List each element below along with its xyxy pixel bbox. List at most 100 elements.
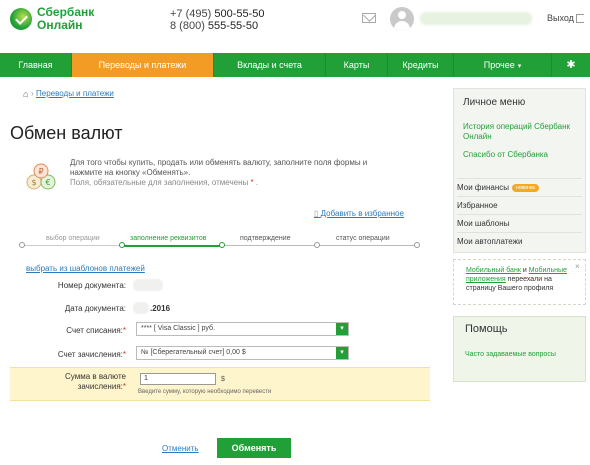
required-note-end: . — [255, 178, 259, 187]
mobile-bank-notice: Мобильный банк и Мобильные приложения пе… — [453, 259, 586, 305]
nav-label: Вклады и счета — [237, 60, 302, 70]
logout-link[interactable]: Выход — [547, 13, 574, 23]
step-dot — [414, 242, 420, 248]
menu-item-label: Мои автоплатежи — [457, 237, 523, 246]
history-link[interactable]: История операций Сбербанк Онлайн — [463, 122, 583, 142]
phone-numbers: +7 (495) 500-55-50 8 (800) 555-55-50 — [170, 8, 265, 32]
menu-item-label: Мои финансы — [457, 183, 509, 192]
amount-label-line1: Сумма в валюте — [65, 372, 126, 381]
step-label-fill: заполнение реквизитов — [130, 235, 207, 242]
breadcrumb-separator-icon: › — [31, 89, 34, 98]
required-note: Поля, обязательные для заполнения, отмеч… — [70, 178, 258, 187]
nav-label: Главная — [18, 60, 53, 70]
username-hidden[interactable] — [420, 12, 532, 25]
breadcrumb-link[interactable]: Переводы и платежи — [36, 89, 114, 98]
debit-account-label: Счет списания:* — [26, 326, 126, 335]
credit-account-select[interactable]: № [Сберегательный счет] 0,00 $ ▾ — [136, 346, 349, 360]
doc-date-value: .2016 — [150, 304, 171, 313]
nav-label: Прочее — [483, 60, 515, 70]
home-icon[interactable]: ⌂ — [23, 89, 28, 99]
nav-label: Переводы и платежи — [98, 60, 187, 70]
required-star: * — [122, 326, 126, 335]
nav-item-cards[interactable]: Карты — [326, 53, 388, 77]
amount-input[interactable]: 1 — [140, 373, 216, 385]
mail-icon[interactable] — [362, 13, 376, 23]
brand-name-line2: Онлайн — [37, 18, 83, 32]
debit-account-select[interactable]: **** [ Visa Classic ] руб. ▾ — [136, 322, 349, 336]
nav-label: Кредиты — [402, 60, 439, 70]
required-note-text: Поля, обязательные для заполнения, отмеч… — [70, 178, 249, 187]
settings-button[interactable]: ✱ — [552, 53, 590, 77]
step-label-status: статус операции — [336, 235, 390, 242]
info-text: Для того чтобы купить, продать или обмен… — [70, 158, 368, 177]
phone1-prefix: +7 (495) — [170, 8, 215, 20]
amount-currency: $ — [221, 376, 225, 383]
menu-item-label: Мои шаблоны — [457, 219, 510, 228]
new-badge: новинка — [511, 183, 539, 192]
chevron-down-icon: ▾ — [517, 63, 522, 70]
required-star: * — [122, 382, 126, 391]
phone2-main: 555-55-50 — [207, 20, 259, 32]
credit-account-label: Счет зачисления:* — [26, 350, 126, 359]
menu-item-finances[interactable]: Мои финансы новинка — [457, 178, 582, 196]
add-to-favorites-label: Добавить в избранное — [320, 209, 404, 218]
menu-item-templates[interactable]: Мои шаблоны — [457, 214, 582, 232]
nav-item-transfers[interactable]: Переводы и платежи — [72, 53, 214, 77]
step-line-active — [122, 245, 222, 247]
faq-link[interactable]: Часто задаваемые вопросы — [465, 350, 565, 359]
dropdown-arrow-icon[interactable]: ▾ — [336, 347, 348, 359]
phone2-prefix: 8 (800) — [170, 20, 208, 32]
close-icon[interactable]: × — [575, 262, 580, 271]
doc-date-hidden — [133, 302, 149, 314]
step-label-confirm: подтверждение — [240, 235, 291, 242]
doc-number-label: Номер документа: — [57, 281, 126, 290]
amount-label-line2: зачисления: — [77, 382, 123, 391]
dropdown-arrow-icon[interactable]: ▾ — [336, 323, 348, 335]
nav-item-home[interactable]: Главная — [0, 53, 72, 77]
amount-hint: Введите сумму, которую необходимо переве… — [138, 389, 272, 395]
exchange-button[interactable]: Обменять — [217, 438, 291, 458]
gear-icon: ✱ — [566, 59, 576, 71]
bookmark-icon: ▯ — [314, 209, 319, 218]
nav-item-credits[interactable]: Кредиты — [388, 53, 454, 77]
menu-item-favorites[interactable]: Избранное — [457, 196, 582, 214]
step-label-choose: выбор операции — [46, 235, 100, 242]
required-star: * — [250, 178, 254, 187]
nav-label: Карты — [343, 60, 370, 70]
nav-item-other[interactable]: Прочее ▾ — [454, 53, 552, 77]
personal-menu-title: Личное меню — [463, 97, 526, 108]
currency-exchange-icon: ₽ $ € — [26, 163, 56, 190]
help-title: Помощь — [465, 323, 508, 335]
choose-template-link[interactable]: выбрать из шаблонов платежей — [26, 264, 145, 273]
brand-name[interactable]: Сбербанк Онлайн — [37, 6, 94, 32]
logout-icon[interactable] — [576, 14, 584, 23]
cancel-link[interactable]: Отменить — [162, 444, 199, 453]
menu-item-autopay[interactable]: Мои автоплатежи — [457, 232, 582, 250]
doc-date-label: Дата документа: — [64, 304, 126, 313]
add-to-favorites-link[interactable]: ▯ Добавить в избранное — [314, 209, 404, 218]
main-nav: Главная Переводы и платежи Вклады и счет… — [0, 53, 590, 77]
mobile-bank-link[interactable]: Мобильный банк — [466, 267, 521, 274]
step-dot — [19, 242, 25, 248]
sberbank-logo-icon[interactable] — [10, 8, 32, 30]
debit-account-value: **** [ Visa Classic ] руб. — [141, 325, 215, 332]
step-dot — [119, 242, 125, 248]
credit-label-text: Счет зачисления: — [57, 350, 123, 359]
svg-text:₽: ₽ — [38, 167, 43, 176]
notice-text: и — [520, 267, 529, 274]
menu-item-label: Избранное — [457, 201, 498, 210]
svg-text:$: $ — [31, 178, 36, 187]
svg-text:€: € — [45, 178, 50, 187]
nav-item-deposits[interactable]: Вклады и счета — [214, 53, 326, 77]
page-title: Обмен валют — [10, 123, 123, 143]
credit-account-value: № [Сберегательный счет] 0,00 $ — [141, 349, 246, 356]
spasibo-link[interactable]: Спасибо от Сбербанка — [463, 150, 583, 160]
amount-label: Сумма в валюте зачисления:* — [26, 372, 126, 392]
step-dot — [219, 242, 225, 248]
avatar[interactable] — [390, 7, 414, 31]
phone1-main: 500-55-50 — [214, 8, 265, 20]
step-line-done — [22, 245, 122, 246]
doc-number-value — [133, 279, 163, 291]
debit-label-text: Счет списания: — [66, 326, 123, 335]
step-dot — [314, 242, 320, 248]
